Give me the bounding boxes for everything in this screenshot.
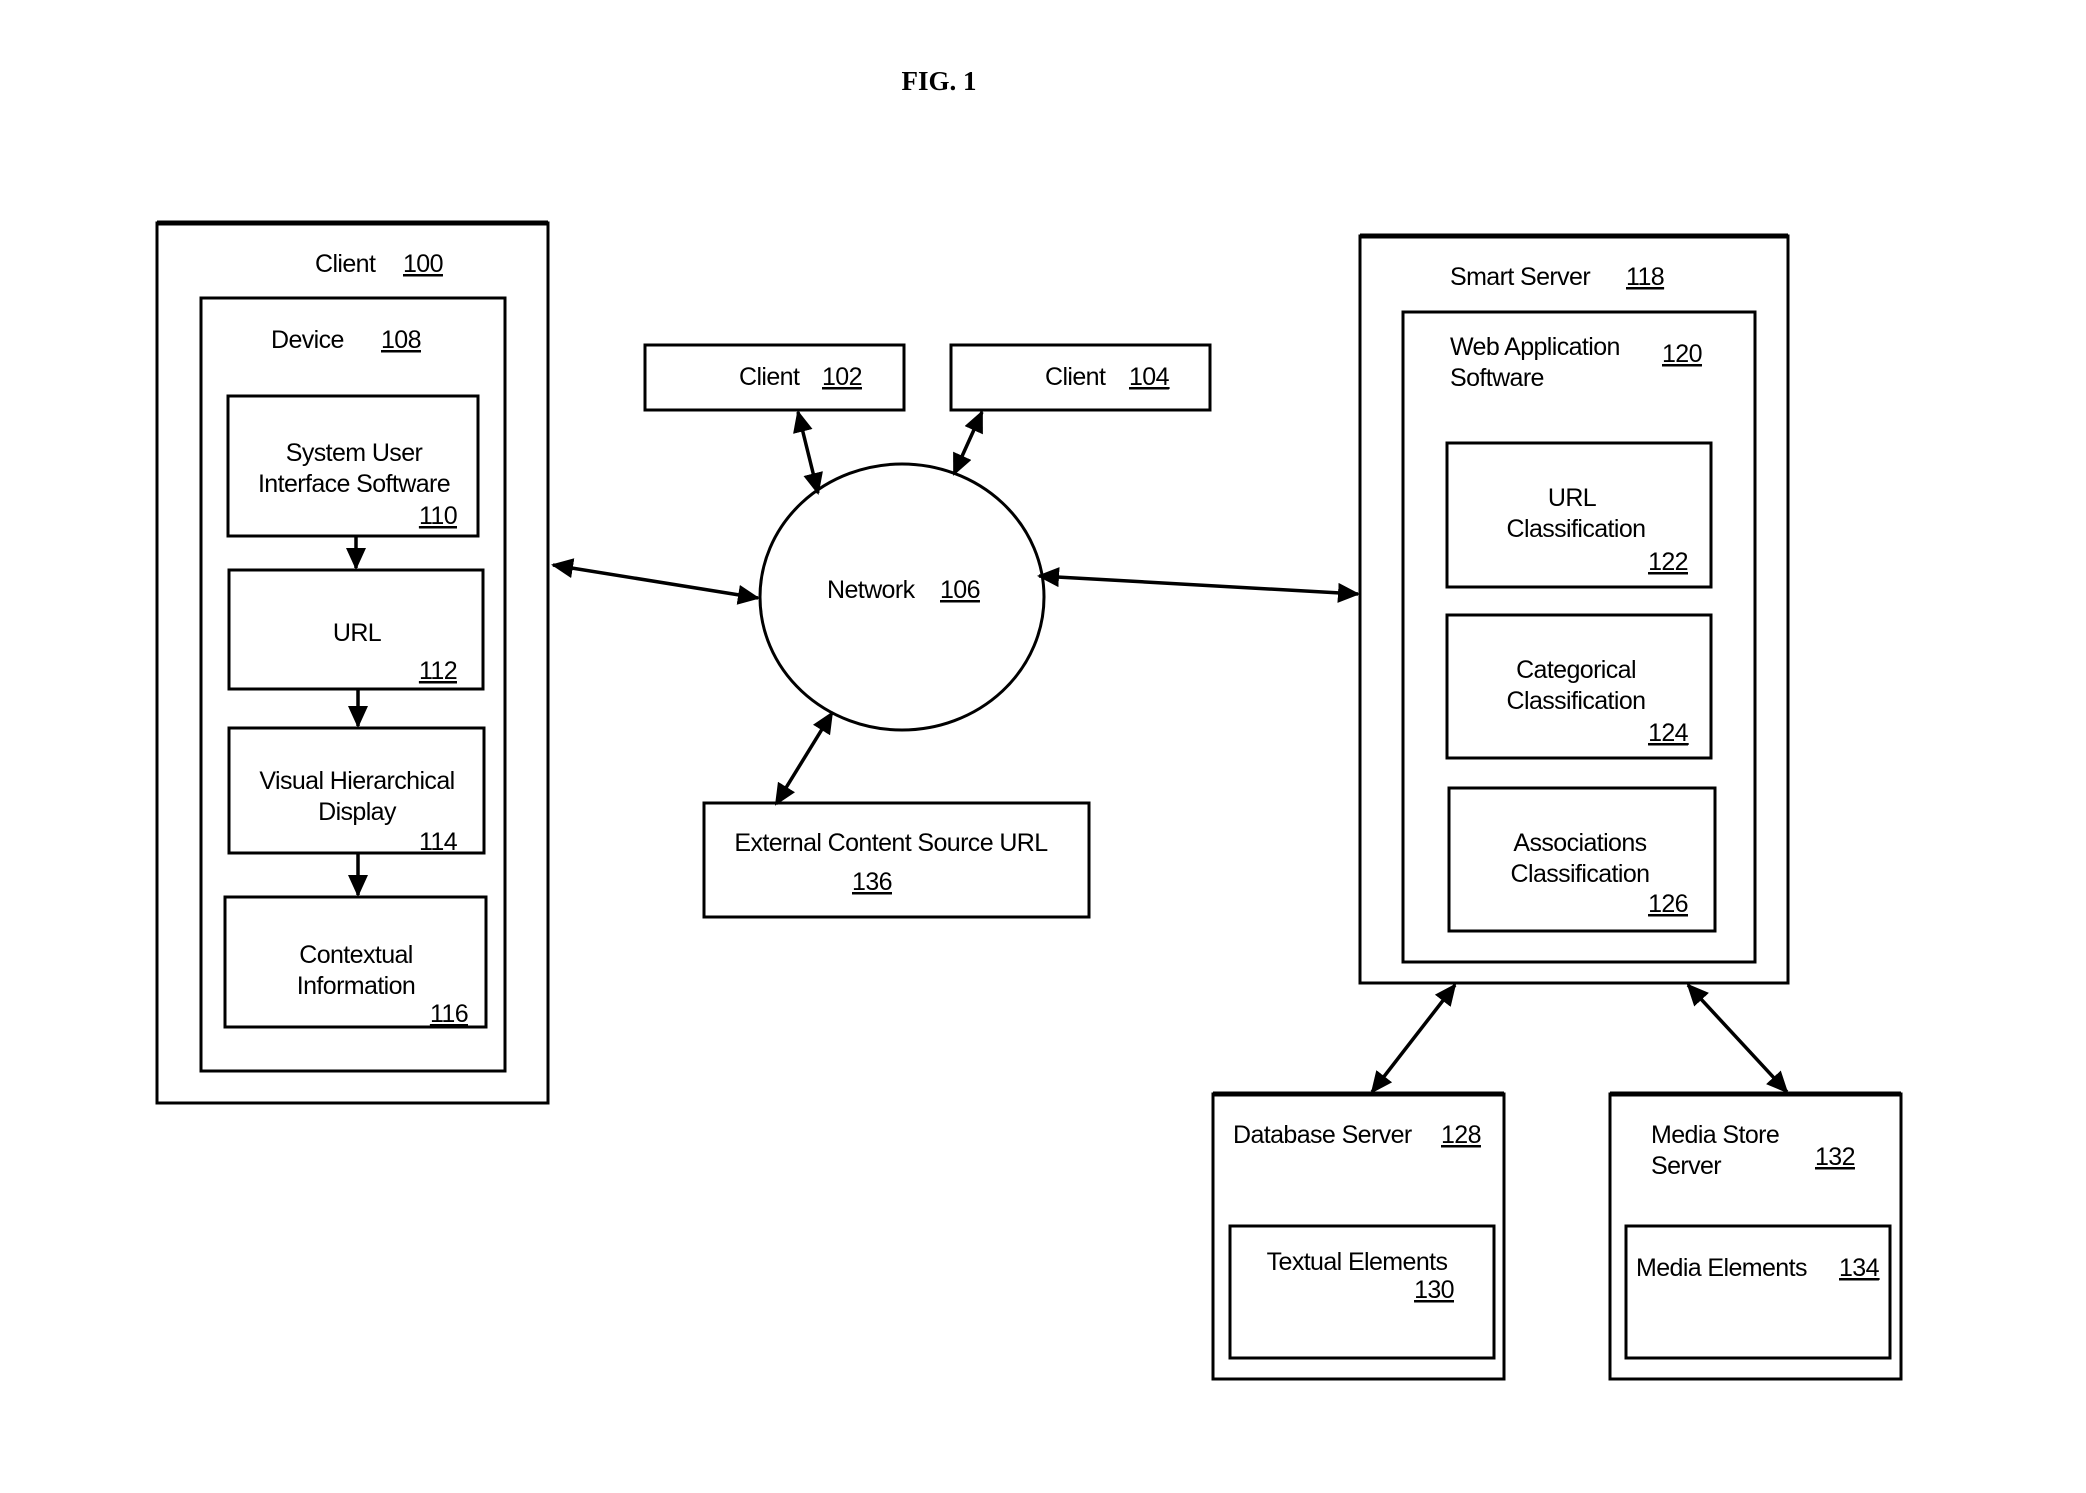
ctx-116-ref: 116 (430, 1000, 468, 1028)
webapp-120-line2: Software (1450, 364, 1544, 392)
device-108-ref: 108 (381, 326, 421, 354)
urlclass-122-ref: 122 (1648, 548, 1688, 576)
arrow-client104-network (952, 410, 984, 476)
arrow-client102-network (793, 410, 823, 495)
patent-figure: FIG. 1 Client 100 Device 108 System User… (0, 0, 2086, 1493)
client-102-ref: 102 (822, 363, 862, 391)
urlclass-122-line1: URL (1548, 484, 1597, 512)
sui-110-line2: Interface Software (258, 470, 450, 498)
media-132-line1: Media Store (1651, 1121, 1779, 1149)
catclass-124-ref: 124 (1648, 719, 1689, 747)
db-128-ref: 128 (1441, 1121, 1481, 1149)
assocclass-126-line1: Associations (1513, 829, 1646, 857)
arrow-external-network (774, 711, 834, 806)
visual-hierarchical-display-114-box: Visual Hierarchical Display 114 (227, 726, 486, 856)
diagram-svg: FIG. 1 Client 100 Device 108 System User… (155, 66, 1903, 1381)
contextual-information-116-box: Contextual Information 116 (223, 895, 488, 1029)
ctx-116-line1: Contextual (299, 941, 413, 969)
system-ui-software-110-box: System User Interface Software 110 (226, 394, 480, 538)
media-132-line2: Server (1651, 1152, 1721, 1180)
client-100-ref: 100 (403, 250, 443, 278)
vhd-114-line2: Display (318, 798, 397, 826)
catclass-124-line1: Categorical (1516, 656, 1636, 684)
client-102-box: Client 102 (643, 343, 906, 412)
categorical-classification-124-box: Categorical Classification 124 (1445, 613, 1713, 760)
sui-110-ref: 110 (419, 502, 457, 530)
media-elements-134-box: Media Elements 134 (1624, 1224, 1892, 1360)
catclass-124-line2: Classification (1507, 687, 1646, 715)
client-100-label: Client (315, 250, 376, 278)
network-106-ref: 106 (940, 576, 980, 604)
figure-title: FIG. 1 (901, 66, 976, 96)
ext-136-label: External Content Source URL (734, 829, 1048, 857)
url-112-ref: 112 (419, 657, 457, 685)
smart-118-ref: 118 (1626, 263, 1664, 291)
client-102-label: Client (739, 363, 800, 391)
text-130-ref: 130 (1414, 1276, 1454, 1304)
db-128-label: Database Server (1233, 1121, 1412, 1149)
webapp-120-line1: Web Application (1450, 333, 1620, 361)
vhd-114-ref: 114 (419, 828, 458, 856)
client-104-ref: 104 (1129, 363, 1170, 391)
mediael-134-ref: 134 (1839, 1254, 1880, 1282)
vhd-114-line1: Visual Hierarchical (259, 767, 454, 795)
assocclass-126-line2: Classification (1511, 860, 1650, 888)
arrow-network-smartserver (1037, 567, 1360, 603)
arrow-client100-network (551, 558, 760, 605)
url-classification-122-box: URL Classification 122 (1445, 441, 1713, 589)
network-106-label: Network (827, 576, 916, 604)
device-108-label: Device (271, 326, 344, 354)
client-104-label: Client (1045, 363, 1106, 391)
urlclass-122-line2: Classification (1507, 515, 1646, 543)
url-112-label: URL (333, 619, 382, 647)
associations-classification-126-box: Associations Classification 126 (1447, 786, 1717, 933)
ctx-116-line2: Information (297, 972, 415, 1000)
text-130-label: Textual Elements (1267, 1248, 1448, 1276)
media-132-ref: 132 (1815, 1143, 1855, 1171)
url-112-box: URL 112 (227, 568, 485, 691)
arrow-smartserver-mediastore (1686, 983, 1789, 1094)
ext-136-ref: 136 (852, 868, 892, 896)
webapp-120-ref: 120 (1662, 340, 1702, 368)
client-104-box: Client 104 (949, 343, 1212, 412)
smart-118-label: Smart Server (1450, 263, 1590, 291)
network-106-circle: Network 106 (758, 462, 1046, 732)
assocclass-126-ref: 126 (1648, 890, 1688, 918)
mediael-134-label: Media Elements (1636, 1254, 1807, 1282)
textual-elements-130-box: Textual Elements 130 (1228, 1224, 1496, 1360)
arrow-smartserver-database (1370, 983, 1457, 1094)
external-content-source-136-box: External Content Source URL 136 (702, 801, 1091, 919)
sui-110-line1: System User (286, 439, 423, 467)
